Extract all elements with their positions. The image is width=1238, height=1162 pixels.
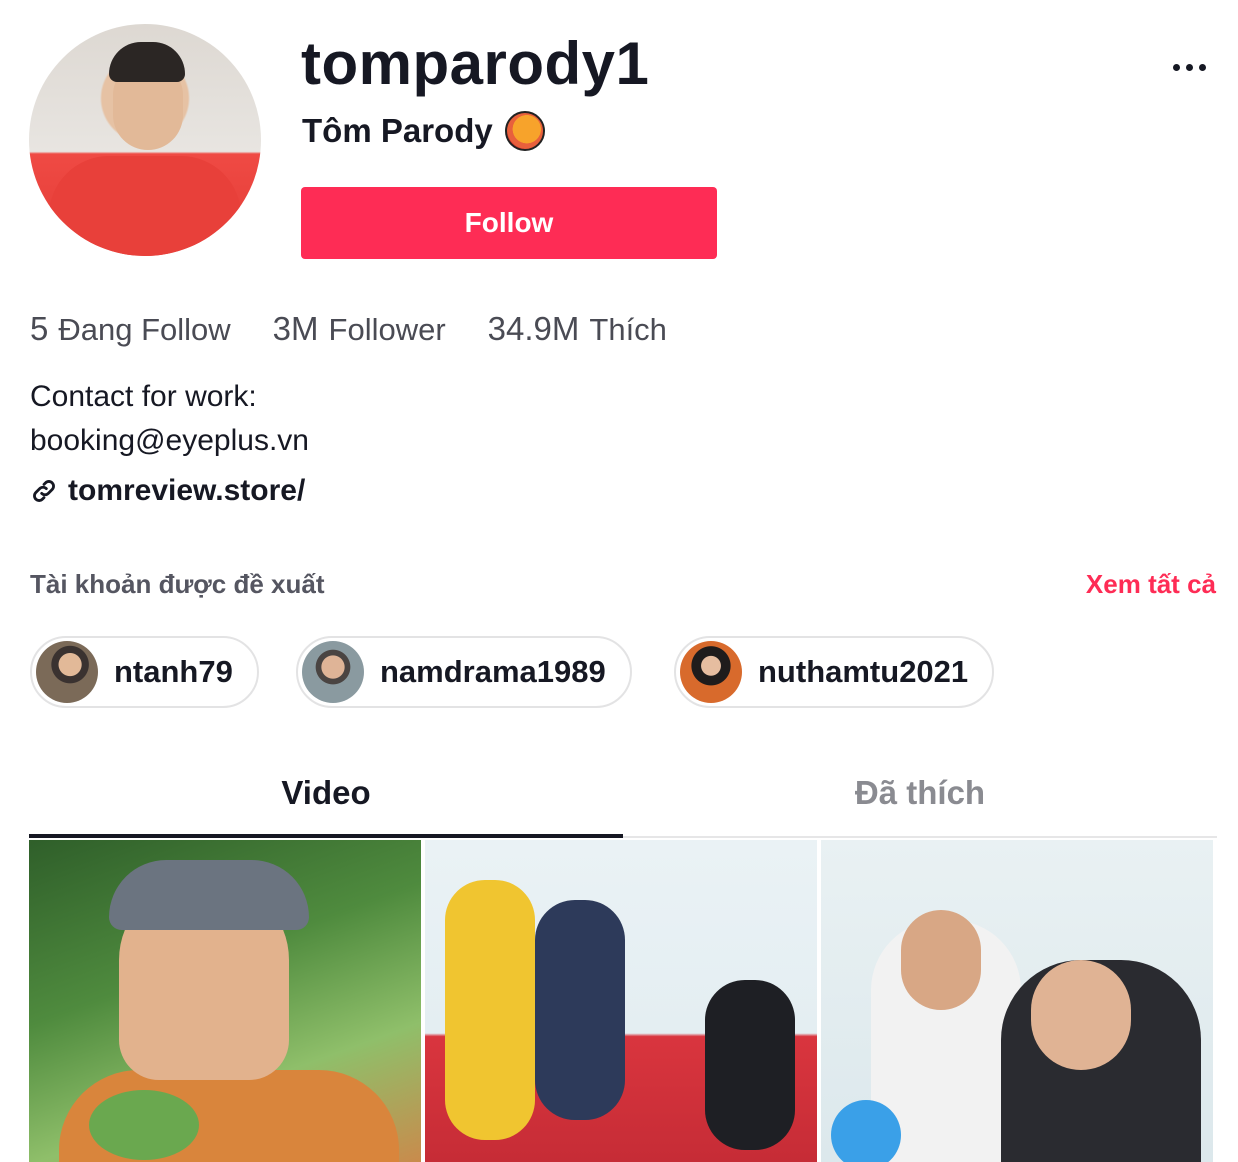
- bio-line: Contact for work:: [30, 380, 257, 413]
- profile-stats: 5 Đang Follow 3M Follower 34.9M Thích: [30, 307, 667, 352]
- dot-icon: [1185, 63, 1193, 71]
- stat-followers[interactable]: 3M Follower: [273, 307, 446, 352]
- profile-avatar: [29, 24, 261, 256]
- account-avatar: [36, 641, 98, 703]
- account-name: namdrama1989: [380, 654, 606, 689]
- profile-nickname: Tôm Parody: [302, 110, 545, 152]
- tab-video[interactable]: Video: [29, 756, 623, 838]
- stat-label: Follower: [328, 312, 446, 347]
- stat-label: Đang Follow: [58, 312, 231, 347]
- stat-label: Thích: [589, 312, 667, 347]
- thumb-figure: [831, 1100, 901, 1162]
- see-all-link[interactable]: Xem tất cả: [1086, 566, 1216, 602]
- suggested-account-chip[interactable]: nuthamtu2021: [674, 636, 995, 708]
- video-thumbnail[interactable]: [821, 840, 1213, 1162]
- suggested-accounts-title: Tài khoản được đề xuất: [30, 569, 325, 599]
- suggested-account-chip[interactable]: ntanh79: [30, 636, 259, 708]
- stat-value: 34.9M: [487, 310, 580, 347]
- stat-value: 5: [30, 310, 49, 347]
- profile-tabs: Video Đã thích: [29, 756, 1217, 838]
- dot-icon: [1172, 63, 1180, 71]
- suggested-account-chip[interactable]: namdrama1989: [296, 636, 632, 708]
- link-text: tomreview.store/: [68, 474, 306, 507]
- thumb-figure: [445, 880, 535, 1140]
- account-name: ntanh79: [114, 654, 233, 689]
- bio-line: booking@eyeplus.vn: [30, 424, 309, 457]
- thumb-figure: [109, 860, 309, 930]
- video-thumbnail[interactable]: [425, 840, 817, 1162]
- avatar-shirt: [49, 156, 241, 256]
- follow-button[interactable]: Follow: [301, 187, 717, 259]
- thumb-figure: [1031, 960, 1131, 1070]
- shrimp-emoji-icon: [504, 111, 545, 151]
- account-avatar: [680, 641, 742, 703]
- avatar-hair: [109, 42, 185, 82]
- tab-liked[interactable]: Đã thích: [623, 756, 1217, 836]
- more-options-icon[interactable]: [1162, 50, 1216, 84]
- thumb-figure: [89, 1090, 199, 1160]
- account-avatar: [302, 641, 364, 703]
- profile-username: tomparody1: [301, 30, 650, 97]
- link-icon: [33, 480, 55, 502]
- dot-icon: [1198, 63, 1206, 71]
- thumb-figure: [901, 910, 981, 1010]
- profile-bio: Contact for work: booking@eyeplus.vn: [30, 375, 309, 463]
- video-grid: [29, 840, 1215, 1162]
- thumb-figure: [705, 980, 795, 1150]
- video-thumbnail[interactable]: [29, 840, 421, 1162]
- nickname-text: Tôm Parody: [302, 112, 493, 149]
- stat-likes: 34.9M Thích: [488, 307, 667, 352]
- stat-following[interactable]: 5 Đang Follow: [30, 307, 231, 352]
- account-name: nuthamtu2021: [758, 654, 969, 689]
- stat-value: 3M: [272, 310, 319, 347]
- profile-link[interactable]: tomreview.store/: [30, 470, 305, 512]
- thumb-figure: [535, 900, 625, 1120]
